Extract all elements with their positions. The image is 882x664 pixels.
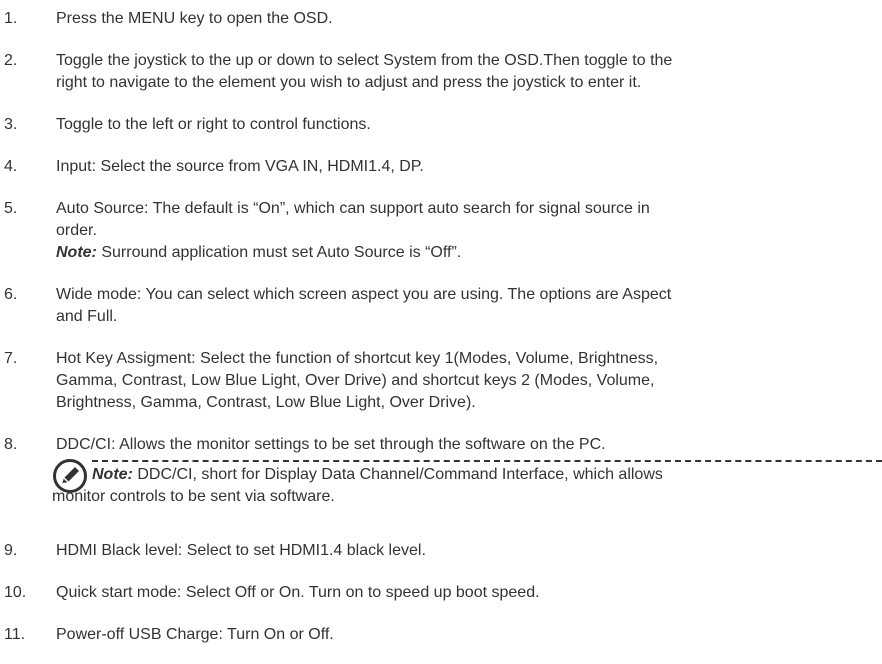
note-label: Note: (56, 244, 97, 261)
item-text-line: Gamma, Contrast, Low Blue Light, Over Dr… (56, 372, 655, 389)
item-text: DDC/CI: Allows the monitor settings to b… (56, 436, 606, 453)
item-number: 10. (4, 584, 27, 601)
item-text: Press the MENU key to open the OSD. (56, 10, 333, 27)
item-text: Power-off USB Charge: Turn On or Off. (56, 626, 334, 643)
note-label: Note: (92, 466, 133, 483)
item-text-line: and Full. (56, 308, 118, 325)
item-number: 6. (4, 286, 18, 303)
item-number: 2. (4, 52, 18, 69)
dashed-divider (92, 460, 882, 462)
item-text: Toggle to the left or right to control f… (56, 116, 371, 133)
note-text: DDC/CI, short for Display Data Channel/C… (132, 466, 663, 483)
item-number: 3. (4, 116, 18, 133)
item-number: 7. (4, 350, 18, 367)
item-number: 8. (4, 436, 18, 453)
item-note: Note: Surround application must set Auto… (56, 242, 856, 264)
note-text: Surround application must set Auto Sourc… (96, 244, 462, 261)
item-text-line: right to navigate to the element you wis… (56, 74, 642, 91)
instruction-page: 1. Press the MENU key to open the OSD. 2… (0, 0, 882, 664)
item-text: Quick start mode: Select Off or On. Turn… (56, 584, 540, 601)
item-text: Input: Select the source from VGA IN, HD… (56, 158, 424, 175)
item-text-line: Auto Source: The default is “On”, which … (56, 200, 650, 217)
note-text-block: Note: DDC/CI, short for Display Data Cha… (52, 464, 882, 505)
item-text: HDMI Black level: Select to set HDMI1.4 … (56, 542, 426, 559)
item-number: 1. (4, 10, 18, 27)
item-number: 11. (4, 626, 26, 643)
note-line: Note: DDC/CI, short for Display Data Cha… (92, 466, 663, 483)
item-number: 5. (4, 200, 18, 217)
item-text-line: order. (56, 222, 97, 239)
note-line: monitor controls to be sent via software… (52, 488, 335, 505)
note-callout: Note: DDC/CI, short for Display Data Cha… (52, 456, 882, 528)
item-number: 9. (4, 542, 18, 559)
item-text-line: Brightness, Gamma, Contrast, Low Blue Li… (56, 394, 476, 411)
item-text-line: Toggle the joystick to the up or down to… (56, 52, 673, 69)
item-text-line: Hot Key Assigment: Select the function o… (56, 350, 659, 367)
item-number: 4. (4, 158, 18, 175)
item-text-line: Wide mode: You can select which screen a… (56, 286, 672, 303)
